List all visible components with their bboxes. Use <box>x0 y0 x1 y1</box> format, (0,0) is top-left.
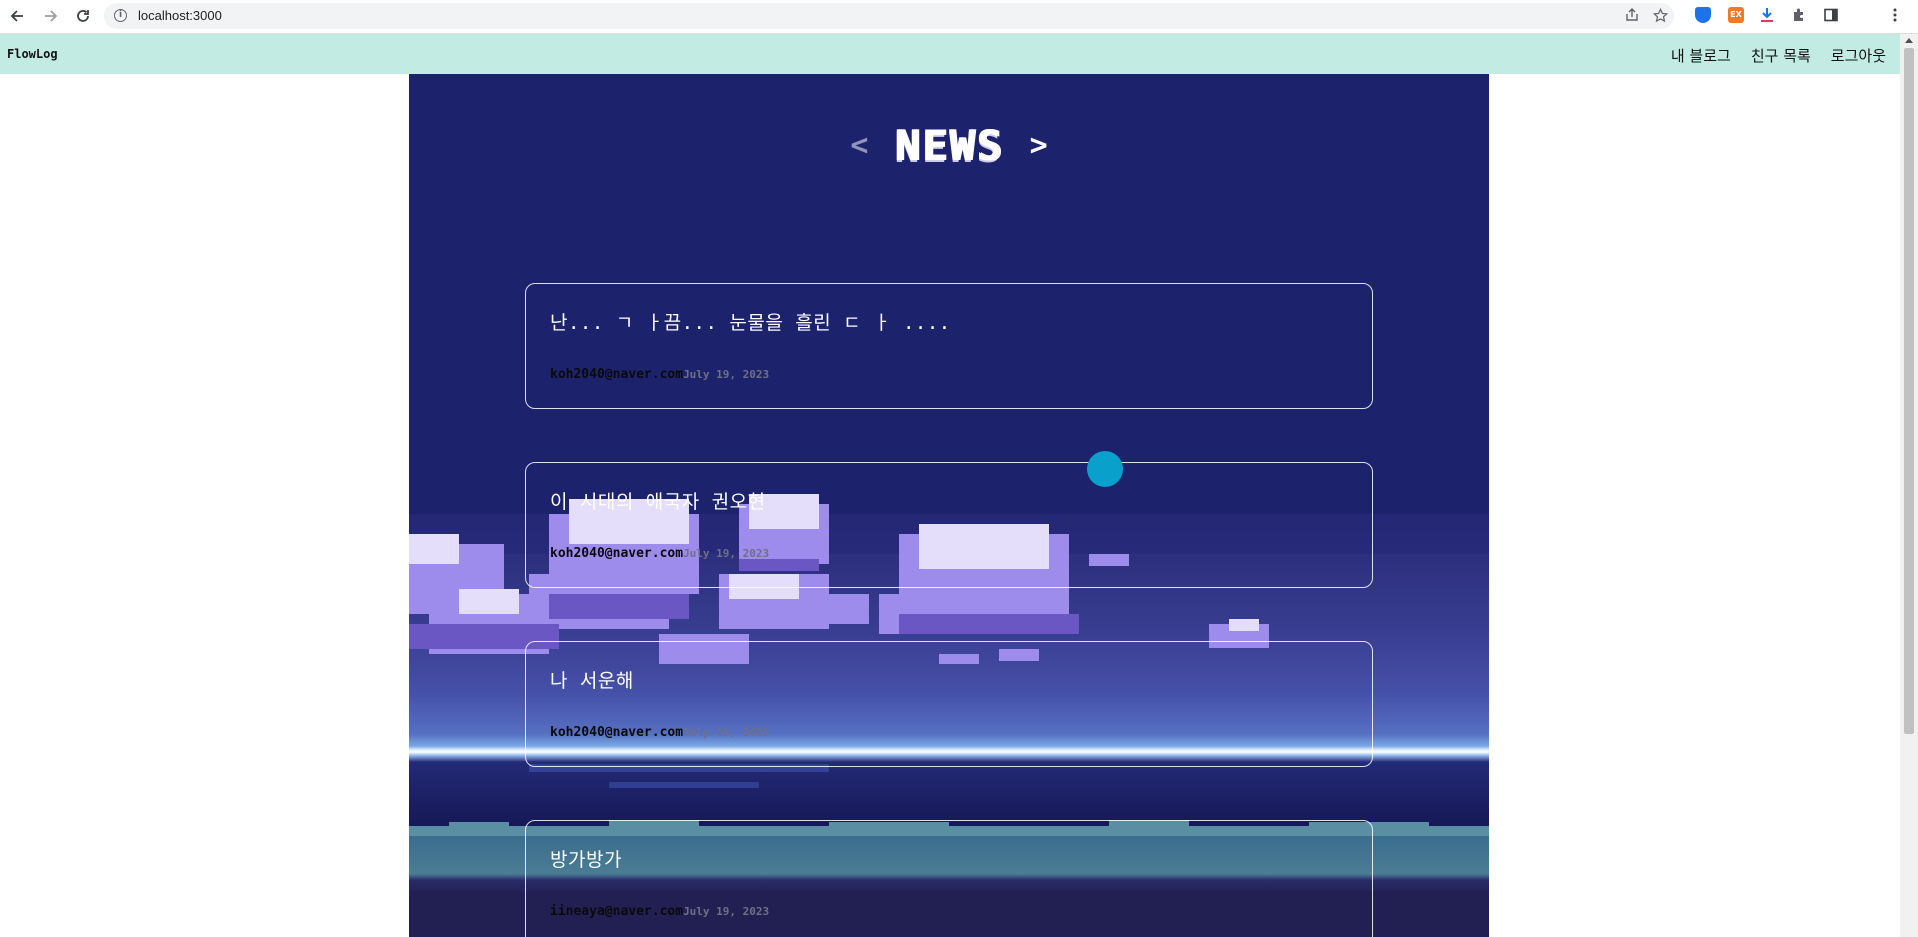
menu-icon[interactable] <box>1887 7 1903 23</box>
download-icon[interactable] <box>1759 7 1775 23</box>
post-author: koh2040@naver.com <box>550 367 684 382</box>
post-date: July 19, 2023 <box>683 547 770 560</box>
header-nav: 내 블로그 친구 목록 로그아웃 <box>1671 45 1886 66</box>
url-text: localhost:3000 <box>138 8 222 23</box>
forward-icon[interactable] <box>40 5 62 27</box>
post-date: July 19, 2023 <box>683 726 770 739</box>
prev-arrow-icon[interactable]: < <box>850 126 868 166</box>
post-author: iineaya@naver.com <box>550 904 684 919</box>
post-meta: koh2040@naver.com July 19, 2023 <box>550 725 769 740</box>
cursor-indicator <box>1087 451 1123 487</box>
browser-toolbar: i localhost:3000 EX <box>0 0 1918 34</box>
app-header: FlowLog 내 블로그 친구 목록 로그아웃 <box>0 34 1900 74</box>
post-date: July 19, 2023 <box>683 905 770 918</box>
address-bar[interactable]: i localhost:3000 <box>104 3 1674 29</box>
sidepanel-icon[interactable] <box>1823 7 1839 23</box>
nav-friends[interactable]: 친구 목록 <box>1751 45 1811 66</box>
brand-logo[interactable]: FlowLog <box>7 47 58 61</box>
reload-icon[interactable] <box>72 5 94 27</box>
page-scrollbar[interactable] <box>1900 34 1918 937</box>
post-title: 이 시대의 애국자 권오현 <box>550 491 766 513</box>
ext-badge-text: EX <box>1730 10 1742 19</box>
puzzle-icon[interactable] <box>1791 7 1807 23</box>
info-icon[interactable]: i <box>114 9 127 22</box>
post-date: July 19, 2023 <box>683 368 770 381</box>
post-card[interactable]: 나 서운해 koh2040@naver.com July 19, 2023 <box>525 641 1373 767</box>
post-title: 난... ㄱ ㅏ끔... 눈물을 흘린 ㄷ ㅏ .... <box>550 312 951 334</box>
nav-my-blog[interactable]: 내 블로그 <box>1671 45 1731 66</box>
post-author: koh2040@naver.com <box>550 546 684 561</box>
page-title: NEWS <box>894 121 1004 170</box>
back-icon[interactable] <box>6 5 28 27</box>
post-meta: koh2040@naver.com July 19, 2023 <box>550 367 769 382</box>
post-meta: koh2040@naver.com July 19, 2023 <box>550 546 769 561</box>
post-card[interactable]: 방가방가 iineaya@naver.com July 19, 2023 <box>525 820 1373 937</box>
news-panel: < NEWS > 난... ㄱ ㅏ끔... 눈물을 흘린 ㄷ ㅏ .... ko… <box>409 74 1489 937</box>
scroll-thumb[interactable] <box>1904 48 1914 734</box>
shield-extension-icon[interactable] <box>1695 7 1711 23</box>
share-icon[interactable] <box>1624 8 1640 24</box>
post-card[interactable]: 난... ㄱ ㅏ끔... 눈물을 흘린 ㄷ ㅏ .... koh2040@nav… <box>525 283 1373 409</box>
post-title: 방가방가 <box>550 849 622 871</box>
news-header: < NEWS > <box>409 121 1489 170</box>
next-arrow-icon[interactable]: > <box>1030 126 1048 166</box>
scroll-up-arrow[interactable] <box>1905 38 1913 43</box>
post-author: koh2040@naver.com <box>550 725 684 740</box>
post-meta: iineaya@naver.com July 19, 2023 <box>550 904 769 919</box>
nav-logout[interactable]: 로그아웃 <box>1831 45 1886 66</box>
post-title: 나 서운해 <box>550 670 634 692</box>
post-card[interactable]: 이 시대의 애국자 권오현 koh2040@naver.com July 19,… <box>525 462 1373 588</box>
star-icon[interactable] <box>1652 7 1668 24</box>
ex-extension-icon[interactable]: EX <box>1728 7 1744 23</box>
